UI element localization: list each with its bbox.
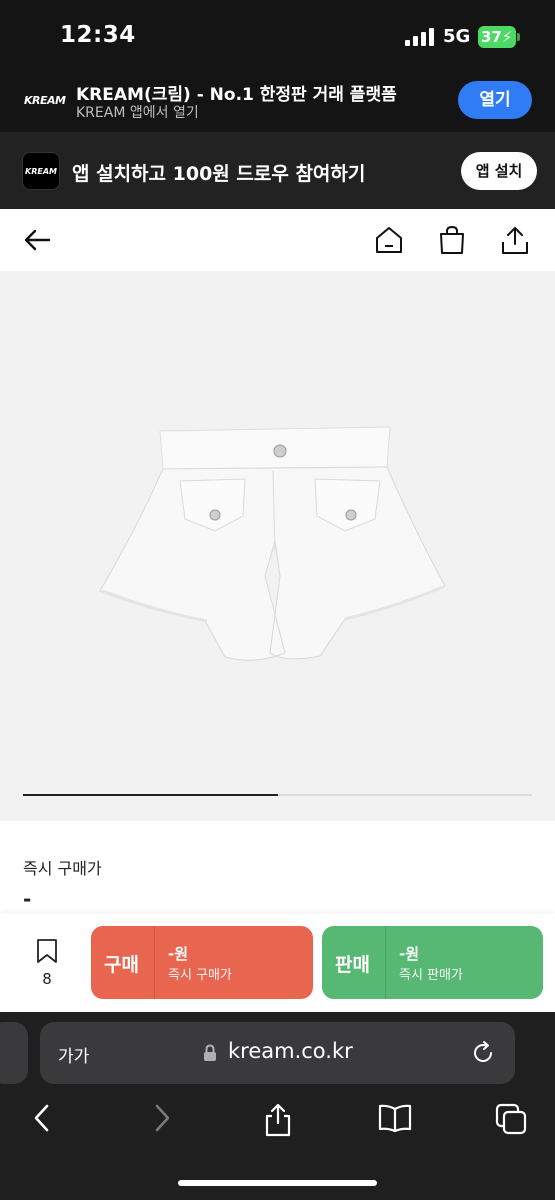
page-header bbox=[0, 209, 555, 271]
status-bar: 12:34 5G 37⚡ bbox=[0, 0, 555, 74]
wishlist-button[interactable]: 8 bbox=[30, 938, 64, 988]
share-icon[interactable] bbox=[262, 1102, 294, 1138]
battery-icon: 37⚡ bbox=[478, 26, 516, 48]
battery-tip bbox=[517, 33, 520, 41]
sell-label: 판매 bbox=[335, 954, 370, 976]
status-time: 12:34 bbox=[60, 22, 136, 48]
buy-label: 구매 bbox=[104, 954, 139, 976]
product-image bbox=[99, 426, 446, 661]
back-icon[interactable] bbox=[30, 1102, 54, 1134]
install-promo-text: 앱 설치하고 100원 드로우 참여하기 bbox=[72, 163, 366, 185]
sell-button[interactable]: 판매 -원 즉시 판매가 bbox=[322, 926, 543, 999]
banner-subtitle: KREAM 앱에서 열기 bbox=[76, 105, 199, 121]
home-indicator bbox=[178, 1180, 377, 1186]
instant-buy-price-label: 즉시 구매가 bbox=[23, 859, 102, 878]
buy-price: -원 bbox=[168, 945, 189, 963]
browser-toolbar: 가가 kream.co.kr bbox=[0, 1012, 555, 1200]
share-icon[interactable] bbox=[500, 225, 530, 255]
product-gallery[interactable] bbox=[0, 271, 555, 821]
trade-action-bar: 8 구매 -원 즉시 구매가 판매 -원 즉시 판매가 bbox=[0, 914, 555, 1012]
sell-subtext: 즉시 판매가 bbox=[399, 968, 463, 983]
gallery-progress bbox=[23, 794, 532, 796]
url-text: kream.co.kr bbox=[228, 1039, 353, 1063]
buy-subtext: 즉시 구매가 bbox=[168, 968, 232, 983]
sell-price: -원 bbox=[399, 945, 420, 963]
wishlist-count: 8 bbox=[42, 970, 52, 988]
network-label: 5G bbox=[443, 26, 471, 47]
price-section: 즉시 구매가 - bbox=[0, 821, 555, 921]
back-arrow-icon[interactable] bbox=[22, 225, 52, 255]
signal-icon bbox=[405, 28, 435, 46]
open-app-button[interactable]: 열기 bbox=[458, 81, 532, 119]
lock-icon bbox=[204, 1044, 216, 1061]
install-bar: KREAM 앱 설치하고 100원 드로우 참여하기 앱 설치 bbox=[0, 132, 555, 209]
buy-button[interactable]: 구매 -원 즉시 구매가 bbox=[91, 926, 313, 999]
shopping-bag-icon[interactable] bbox=[437, 225, 467, 255]
previous-tab-peek[interactable] bbox=[0, 1022, 28, 1084]
kream-logo: KREAM bbox=[24, 94, 66, 107]
tabs-icon[interactable] bbox=[494, 1102, 528, 1136]
bookmark-icon bbox=[37, 939, 57, 963]
instant-buy-price-value: - bbox=[23, 887, 32, 911]
sell-divider bbox=[385, 926, 386, 999]
buy-divider bbox=[154, 926, 155, 999]
reload-icon[interactable] bbox=[470, 1040, 496, 1066]
kream-app-icon: KREAM bbox=[22, 152, 60, 190]
gallery-progress-fill bbox=[23, 794, 278, 796]
page-settings-button[interactable]: 가가 bbox=[58, 1042, 89, 1067]
battery-level: 37 bbox=[481, 28, 502, 46]
app-open-banner: KREAM KREAM(크림) - No.1 한정판 거래 플랫폼 KREAM … bbox=[0, 74, 555, 132]
forward-icon[interactable] bbox=[150, 1102, 174, 1134]
install-app-button[interactable]: 앱 설치 bbox=[461, 152, 537, 190]
home-icon[interactable] bbox=[374, 225, 404, 255]
address-bar[interactable]: 가가 kream.co.kr bbox=[40, 1022, 515, 1084]
bookmarks-icon[interactable] bbox=[377, 1102, 413, 1134]
